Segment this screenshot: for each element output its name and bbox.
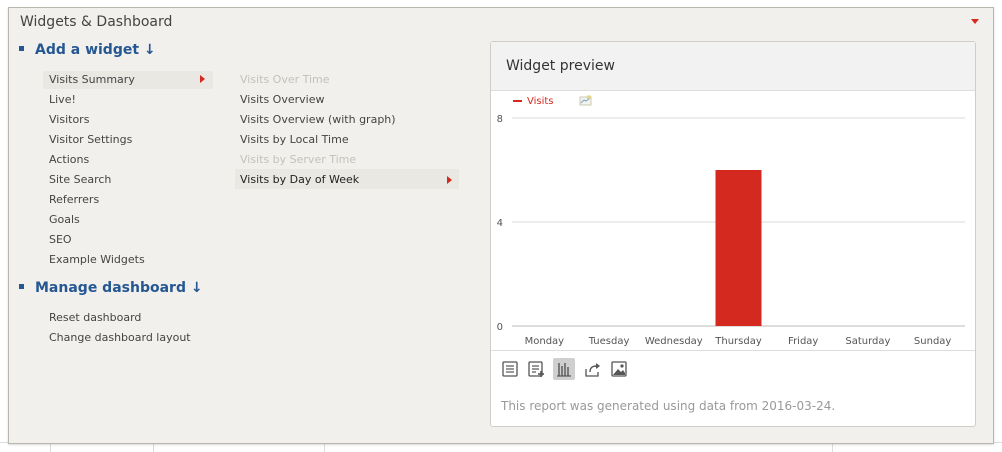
category-referrers[interactable]: Referrers (49, 190, 99, 210)
x-tick-label: Monday (525, 336, 565, 347)
chevron-down-icon[interactable] (971, 19, 979, 24)
add-widget-heading[interactable]: Add a widget ↓ (19, 42, 156, 58)
x-tick-label: Thursday (714, 336, 762, 347)
widget-visits-by-local-time[interactable]: Visits by Local Time (240, 130, 349, 150)
y-tick-label: 4 (497, 218, 503, 229)
report-date-note: This report was generated using data fro… (501, 399, 836, 413)
widget-visits-overview-graph[interactable]: Visits Overview (with graph) (240, 110, 396, 130)
manage-dashboard-heading[interactable]: Manage dashboard ↓ (19, 280, 203, 296)
panel-title: Widgets & Dashboard (20, 14, 173, 30)
chevron-right-icon (447, 176, 452, 184)
footer-divider (491, 350, 975, 351)
export-icon[interactable] (582, 358, 604, 380)
table-more-icon[interactable] (525, 358, 547, 380)
reset-dashboard-link[interactable]: Reset dashboard (49, 308, 141, 328)
category-visitor-settings[interactable]: Visitor Settings (49, 130, 132, 150)
widget-visits-by-server-time: Visits by Server Time (240, 153, 357, 166)
category-live[interactable]: Live! (49, 90, 76, 110)
x-tick-label: Friday (788, 336, 818, 347)
bar (715, 170, 762, 326)
widget-preview-title: Widget preview (506, 58, 615, 74)
widget-visits-by-day-of-week[interactable]: Visits by Day of Week (240, 170, 359, 190)
change-layout-link[interactable]: Change dashboard layout (49, 328, 191, 348)
category-example-widgets[interactable]: Example Widgets (49, 250, 145, 270)
add-widget-heading-label: Add a widget ↓ (35, 42, 156, 58)
x-tick-label: Wednesday (645, 336, 703, 347)
bullet-icon (19, 45, 24, 51)
widget-visits-overview[interactable]: Visits Overview (240, 90, 324, 110)
widget-preview-header: Widget preview (491, 42, 975, 91)
category-visits-summary[interactable]: Visits Summary (49, 70, 135, 90)
x-tick-label: Saturday (845, 336, 890, 347)
bar-chart: 0 4 8 Monday Tuesday Wednesday Thursday Friday S… (497, 114, 965, 347)
y-tick-label: 8 (497, 114, 503, 125)
manage-dashboard-heading-label: Manage dashboard ↓ (35, 280, 203, 296)
widget-visits-over-time: Visits Over Time (240, 73, 330, 86)
widget-preview: Widget preview Visits 0 4 8 Monday Tuesday We… (490, 41, 976, 427)
chevron-right-icon (200, 75, 205, 83)
category-actions[interactable]: Actions (49, 150, 89, 170)
x-tick-label: Tuesday (588, 336, 630, 347)
category-site-search[interactable]: Site Search (49, 170, 111, 190)
y-tick-label: 0 (497, 322, 503, 333)
category-visitors[interactable]: Visitors (49, 110, 89, 130)
x-tick-label: Sunday (914, 336, 951, 347)
table-icon[interactable] (499, 358, 521, 380)
bar-chart-icon[interactable] (553, 358, 575, 380)
category-seo[interactable]: SEO (49, 230, 72, 250)
category-goals[interactable]: Goals (49, 210, 80, 230)
image-icon[interactable] (608, 358, 630, 380)
bullet-icon (19, 283, 24, 289)
widgets-dashboard-panel: Widgets & Dashboard Add a widget ↓ Visit… (8, 7, 994, 444)
